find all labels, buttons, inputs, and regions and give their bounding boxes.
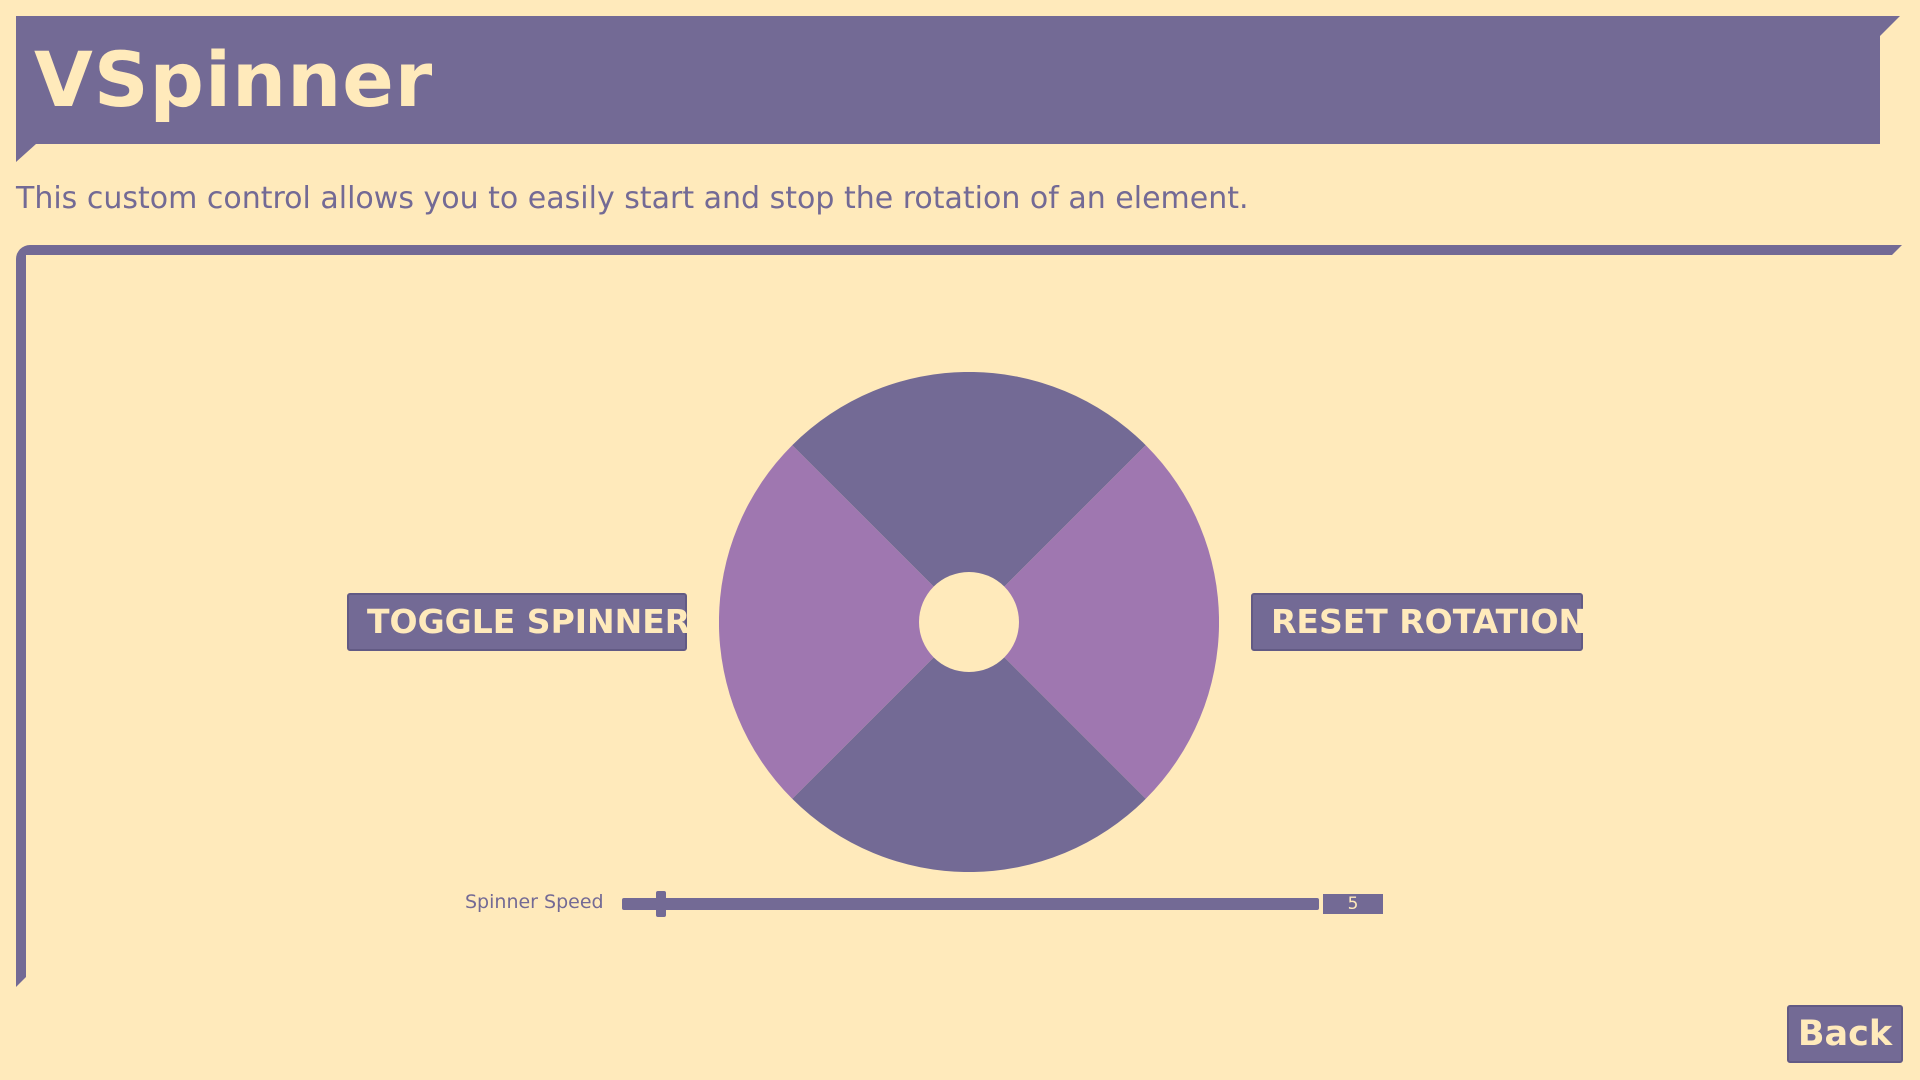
back-button[interactable]: Back bbox=[1787, 1005, 1903, 1063]
spinner-speed-label: Spinner Speed bbox=[465, 891, 604, 913]
spinner-speed-slider-thumb[interactable] bbox=[656, 891, 666, 917]
page-description: This custom control allows you to easily… bbox=[16, 181, 1249, 216]
spinner-speed-value: 5 bbox=[1323, 894, 1383, 914]
spinner-speed-slider[interactable] bbox=[622, 891, 1319, 917]
page-title: VSpinner bbox=[34, 35, 434, 124]
spinner-wheel-icon bbox=[719, 372, 1219, 872]
reset-rotation-button[interactable]: RESET ROTATION bbox=[1251, 593, 1586, 651]
spinner-hub bbox=[919, 572, 1019, 672]
toggle-spinner-button[interactable]: TOGGLE SPINNER bbox=[347, 593, 690, 651]
